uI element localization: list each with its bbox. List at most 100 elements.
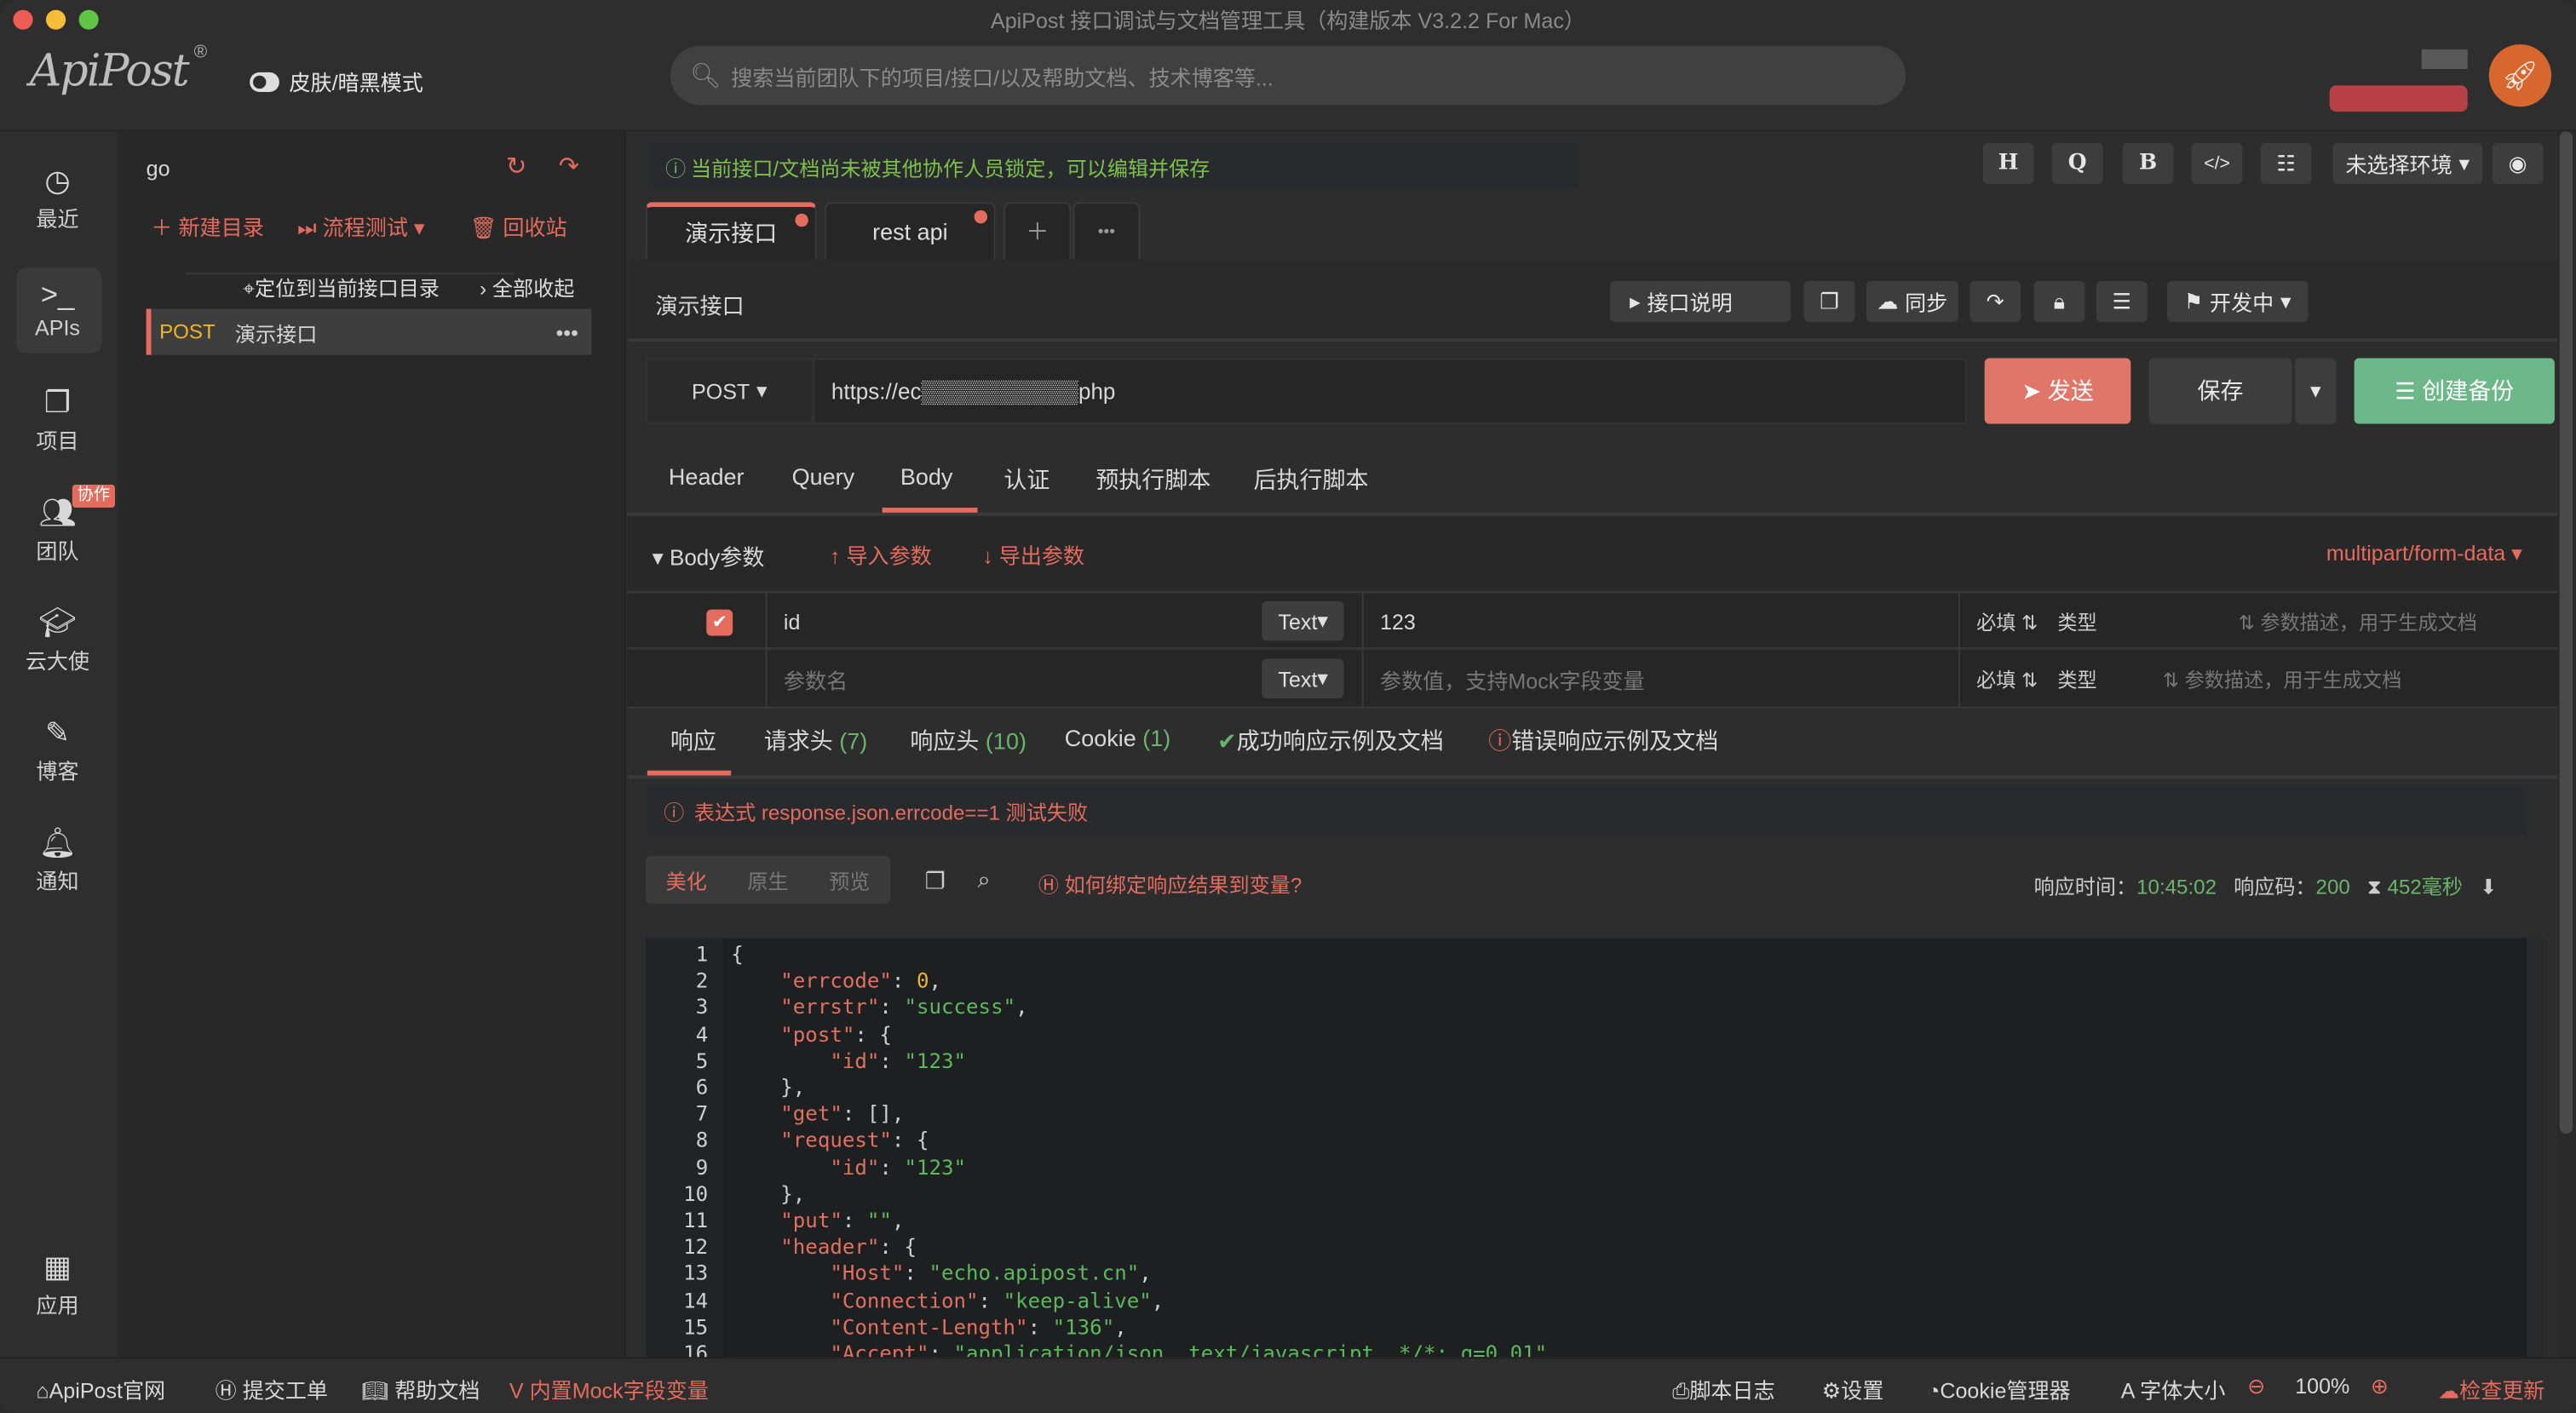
recycle-button[interactable]: 🗑︎ 回收站 bbox=[470, 210, 567, 242]
flow-test-button[interactable]: ⏭ 流程测试 ▾ bbox=[297, 210, 424, 242]
tab-error-example[interactable]: ⓘ错误响应示例及文档 bbox=[1488, 725, 1718, 758]
bind-help-link[interactable]: Ⓗ 如何绑定响应结果到变量? bbox=[1038, 868, 1302, 899]
status-select[interactable]: ⚑ 开发中 ▾ bbox=[2166, 280, 2309, 323]
search-icon[interactable]: ⌕ bbox=[977, 866, 990, 894]
rail-item-ambassador[interactable]: 🎓︎ 云大使 bbox=[0, 601, 115, 675]
rail-item-notify[interactable]: 🔔︎ 通知 bbox=[0, 822, 115, 896]
sync-button[interactable]: ☁ 同步 bbox=[1866, 280, 1958, 323]
param-desc-input[interactable]: ⇅ 参数描述，用于生成文档 bbox=[2163, 665, 2401, 693]
scrollbar-thumb[interactable] bbox=[2559, 131, 2573, 1134]
tab-demo-api[interactable]: 演示接口 bbox=[645, 202, 817, 260]
more-icon[interactable]: ••• bbox=[556, 319, 578, 344]
param-type-select[interactable]: Text ▾ bbox=[1262, 658, 1345, 698]
tab-cookie[interactable]: Cookie (1) bbox=[1065, 725, 1171, 751]
collapse-label: 全部收起 bbox=[492, 278, 575, 302]
tab-response[interactable]: 响应 bbox=[670, 725, 716, 758]
view-raw[interactable]: 原生 bbox=[747, 864, 788, 896]
close-window-button[interactable] bbox=[13, 9, 33, 30]
create-backup-button[interactable]: ☰ 创建备份 bbox=[2354, 358, 2555, 424]
url-input[interactable]: https://ec▒▒▒▒▒▒▒▒▒▒php bbox=[813, 358, 1967, 424]
maximize-window-button[interactable] bbox=[78, 9, 99, 30]
field-type-select[interactable]: 类型 bbox=[2057, 608, 2172, 636]
view-preview[interactable]: 预览 bbox=[829, 864, 870, 896]
rail-item-recent[interactable]: ◷ 最近 bbox=[0, 159, 115, 233]
save-dropdown[interactable]: ▾ bbox=[2295, 358, 2337, 424]
import-params-button[interactable]: ↑ 导入参数 bbox=[830, 539, 932, 571]
line-number: 13 bbox=[683, 1261, 709, 1286]
param-checkbox[interactable]: ✔ bbox=[628, 593, 768, 651]
share-icon[interactable]: ↷ bbox=[559, 151, 579, 181]
label: 内置Mock字段变量 bbox=[529, 1378, 709, 1404]
param-desc-input[interactable]: ⇅ 参数描述，用于生成文档 bbox=[2238, 608, 2476, 636]
content-type-select[interactable]: multipart/form-data ▾ bbox=[2326, 541, 2522, 567]
sliders-icon[interactable]: ☷ bbox=[2260, 142, 2312, 185]
code-gen-button[interactable]: </> bbox=[2191, 142, 2243, 185]
method-select[interactable]: POST ▾ bbox=[645, 358, 814, 424]
refresh-icon[interactable]: ↻ bbox=[506, 151, 526, 181]
api-doc-button[interactable]: ▸ 接口说明 bbox=[1609, 280, 1791, 323]
ticket-link[interactable]: Ⓗ 提交工单 bbox=[216, 1374, 328, 1405]
lock-icon[interactable]: 🔒︎ bbox=[2033, 280, 2085, 323]
required-select[interactable]: 必填 ⇅ bbox=[1976, 608, 2038, 636]
check-update-button[interactable]: ☁检查更新 bbox=[2438, 1374, 2544, 1405]
avatar[interactable]: 🚀︎ bbox=[2488, 44, 2552, 107]
copy-icon[interactable]: ❐ bbox=[1803, 280, 1855, 323]
tab-header[interactable]: Header bbox=[669, 463, 745, 490]
param-type-select[interactable]: Text ▾ bbox=[1262, 601, 1345, 641]
zoom-in-button[interactable]: ⊕ bbox=[2371, 1374, 2389, 1400]
tab-rest-api[interactable]: rest api bbox=[825, 202, 996, 260]
body-params-collapse[interactable]: ▾ Body参数 bbox=[653, 539, 765, 572]
save-button[interactable]: 保存 bbox=[2148, 358, 2292, 424]
new-tab-button[interactable]: ＋ bbox=[1003, 202, 1072, 260]
api-title[interactable]: 演示接口 bbox=[655, 288, 744, 321]
json-punct: , bbox=[891, 1207, 905, 1232]
locate-button[interactable]: ⌖定位到当前接口目录 bbox=[243, 271, 440, 302]
tab-request-headers[interactable]: 请求头 (7) bbox=[764, 725, 868, 758]
copy-icon[interactable]: ❐ bbox=[925, 868, 946, 896]
database-icon[interactable]: ☰ bbox=[2096, 280, 2148, 323]
send-button[interactable]: ➤ 发送 bbox=[1984, 358, 2131, 424]
response-code-editor[interactable]: 1 {2 "errcode": 0, 3 "errstr": "success", 4… bbox=[645, 938, 2527, 1358]
team-badge[interactable] bbox=[2329, 85, 2468, 112]
mock-link[interactable]: V 内置Mock字段变量 bbox=[509, 1374, 709, 1405]
tab-more-button[interactable]: ••• bbox=[1072, 202, 1141, 260]
view-beautify[interactable]: 美化 bbox=[666, 864, 707, 896]
resp-code-label: 响应码： bbox=[2234, 876, 2316, 899]
website-link[interactable]: ⌂ApiPost官网 bbox=[36, 1374, 165, 1405]
rail-item-apis[interactable]: >_ APIs bbox=[0, 273, 115, 340]
param-value-input[interactable]: 参数值，支持Mock字段变量 bbox=[1364, 650, 1960, 709]
skin-toggle[interactable]: 皮肤/暗黑模式 bbox=[250, 66, 423, 97]
tree-item-api[interactable]: POST 演示接口 ••• bbox=[146, 308, 592, 355]
tab-post-script[interactable]: 后执行脚本 bbox=[1253, 463, 1368, 497]
global-search-input[interactable]: 🔍︎ 搜索当前团队下的项目/接口/以及帮助文档、技术博客等... bbox=[670, 46, 1906, 106]
query-params-button[interactable]: Q bbox=[2051, 142, 2103, 185]
tab-response-headers[interactable]: 响应头 (10) bbox=[910, 725, 1026, 758]
zoom-out-button[interactable]: ⊖ bbox=[2247, 1374, 2265, 1400]
header-params-button[interactable]: H bbox=[1982, 142, 2034, 185]
rail-item-blog[interactable]: ✎ 博客 bbox=[0, 711, 115, 785]
tab-pre-script[interactable]: 预执行脚本 bbox=[1095, 463, 1210, 497]
settings-button[interactable]: ⚙设置 bbox=[1822, 1374, 1884, 1405]
tab-query[interactable]: Query bbox=[792, 463, 855, 490]
script-log-button[interactable]: ⎙脚本日志 bbox=[1672, 1374, 1774, 1405]
collapse-all-button[interactable]: › 全部收起 bbox=[480, 271, 574, 302]
editor-scrollbar[interactable] bbox=[2527, 938, 2544, 1358]
share-icon[interactable]: ↷ bbox=[1969, 280, 2021, 323]
download-icon[interactable]: ⬇ bbox=[2480, 876, 2497, 899]
rail-item-apps[interactable]: ▦ 应用 bbox=[0, 1245, 115, 1319]
required-select[interactable]: 必填 ⇅ bbox=[1976, 665, 2038, 693]
tab-success-example[interactable]: ✔成功响应示例及文档 bbox=[1217, 725, 1444, 758]
export-params-button[interactable]: ↓ 导出参数 bbox=[982, 539, 1084, 571]
tab-body[interactable]: Body bbox=[900, 463, 953, 490]
body-params-button[interactable]: B bbox=[2122, 142, 2174, 185]
help-link[interactable]: 📖︎ 帮助文档 bbox=[361, 1374, 480, 1405]
tab-auth[interactable]: 认证 bbox=[1003, 463, 1049, 497]
eye-icon[interactable]: ◉ bbox=[2492, 142, 2544, 185]
field-type-select[interactable]: 类型 bbox=[2057, 665, 2096, 693]
param-value-input[interactable]: 123 bbox=[1364, 593, 1960, 651]
environment-select[interactable]: 未选择环境 ▾ bbox=[2332, 142, 2483, 185]
new-folder-button[interactable]: ＋ 新建目录 bbox=[151, 210, 263, 242]
cookie-manager-button[interactable]: ◔Cookie管理器 bbox=[1927, 1374, 2070, 1405]
rail-item-projects[interactable]: ❐ 项目 bbox=[0, 382, 115, 456]
minimize-window-button[interactable] bbox=[45, 9, 66, 30]
